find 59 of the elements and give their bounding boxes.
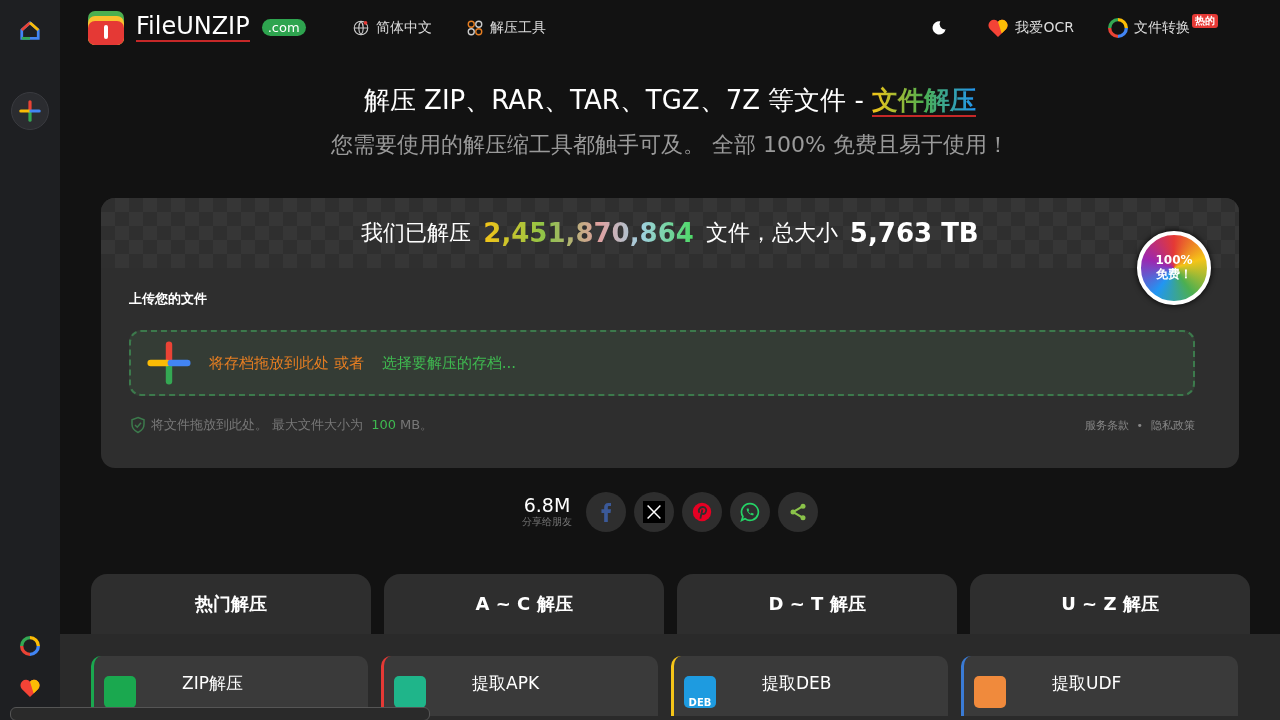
cycle-icon[interactable] xyxy=(1108,17,1128,38)
free-badge: 100% 免费！ xyxy=(1137,231,1211,305)
size-note: 将文件拖放到此处。 最大文件大小为 100 MB。 xyxy=(151,416,434,434)
upload-heading: 上传您的文件 xyxy=(129,290,208,308)
privacy-link[interactable]: 隐私政策 xyxy=(1151,417,1195,433)
category-tab[interactable]: D ~ T 解压 xyxy=(677,574,957,634)
file-type-icon xyxy=(974,676,1006,708)
stats-label: 文件，总大小 xyxy=(705,219,838,247)
total-size: 5,763 TB xyxy=(849,218,979,248)
terms-link[interactable]: 服务条款 xyxy=(1084,417,1129,433)
heart-icon xyxy=(19,678,41,698)
whatsapp-icon xyxy=(740,502,760,522)
tool-title: 提取APK xyxy=(472,672,540,695)
tool-card[interactable]: 提取UDF xyxy=(961,656,1238,716)
tool-card[interactable]: 提取APK xyxy=(381,656,658,716)
pinterest-icon xyxy=(692,502,712,522)
logo-domain: .com xyxy=(261,19,306,36)
cycle-icon[interactable] xyxy=(20,636,40,656)
tool-title: 提取DEB xyxy=(762,672,832,695)
plus-icon xyxy=(147,341,191,385)
nav-link[interactable]: 简体中文 xyxy=(351,18,432,37)
plus-icon xyxy=(19,100,41,122)
archive-icon xyxy=(88,10,124,45)
x-icon xyxy=(643,501,665,523)
tool-card[interactable]: DEB 提取DEB xyxy=(671,656,948,716)
logo-text: FileUNZIP xyxy=(136,13,250,42)
separator-dot: • xyxy=(1136,418,1143,432)
category-tab[interactable]: A ~ C 解压 xyxy=(384,574,664,634)
heart-icon xyxy=(987,17,1010,38)
add-button[interactable] xyxy=(11,92,49,130)
share-button[interactable] xyxy=(778,492,818,532)
home-icon[interactable] xyxy=(19,20,41,42)
tool-title: 提取UDF xyxy=(1052,672,1122,695)
share-button[interactable] xyxy=(730,492,770,532)
file-type-icon xyxy=(104,676,136,708)
moon-icon[interactable] xyxy=(931,19,948,36)
category-tab[interactable]: 热门解压 xyxy=(91,574,371,634)
nav-link[interactable]: 解压工具 xyxy=(465,18,546,37)
page-title: 解压 ZIP、RAR、TAR、TGZ、7Z 等文件 - 文件解压 xyxy=(363,84,977,118)
globe-icon xyxy=(351,18,370,37)
share-icon xyxy=(788,502,808,522)
drop-zone[interactable]: 将存档拖放到此处 或者 选择要解压的存档... xyxy=(129,330,1195,396)
header-link[interactable]: 我爱OCR xyxy=(987,17,1074,38)
shield-icon xyxy=(129,416,147,434)
share-button[interactable] xyxy=(682,492,722,532)
share-count: 6.8M xyxy=(523,495,571,515)
tool-title: ZIP解压 xyxy=(182,672,243,695)
stats-label: 我们已解压 xyxy=(361,219,472,247)
file-type-icon: DEB xyxy=(684,676,716,708)
header-link[interactable]: 文件转换 热的 xyxy=(1108,17,1218,38)
page-subtitle: 您需要使用的解压缩工具都触手可及。 全部 100% 免费且易于使用！ xyxy=(331,131,1009,159)
tools-icon xyxy=(465,18,484,37)
share-label: 分享给朋友 xyxy=(522,514,572,529)
file-type-icon xyxy=(394,676,426,708)
share-button[interactable] xyxy=(634,492,674,532)
hot-badge: 热的 xyxy=(1192,13,1218,28)
logo[interactable]: FileUNZIP .com xyxy=(88,10,306,45)
facebook-icon xyxy=(600,502,612,522)
category-tab[interactable]: U ~ Z 解压 xyxy=(970,574,1250,634)
